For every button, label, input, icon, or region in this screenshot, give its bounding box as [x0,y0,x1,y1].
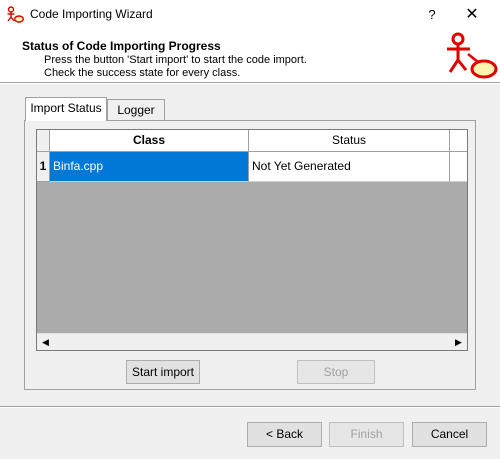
instruction-line-2: Check the success state for every class. [44,67,241,79]
wizard-header: Status of Code Importing Progress Press … [0,30,500,82]
class-status-grid[interactable]: Class Status 1 Binfa.cpp Not Yet Generat… [36,129,468,351]
close-button[interactable]: ✕ [458,4,486,26]
column-header-filler [450,130,467,152]
stop-button[interactable]: Stop [297,360,375,384]
finish-button[interactable]: Finish [329,422,404,447]
import-status-panel: Class Status 1 Binfa.cpp Not Yet Generat… [24,120,476,390]
column-header-class[interactable]: Class [50,130,249,152]
tab-logger[interactable]: Logger [107,99,165,121]
scroll-right-arrow-icon[interactable]: ▶ [450,334,467,351]
start-import-button[interactable]: Start import [126,360,200,384]
window-title: Code Importing Wizard [30,7,153,21]
help-button[interactable]: ? [420,4,444,26]
footer-divider [0,406,500,408]
column-header-status[interactable]: Status [249,130,450,152]
horizontal-scrollbar[interactable]: ◀ ▶ [37,333,467,350]
cell-class[interactable]: Binfa.cpp [50,152,249,182]
instruction-line-1: Press the button 'Start import' to start… [44,54,307,66]
page-title: Status of Code Importing Progress [22,39,221,53]
row-header[interactable]: 1 [37,152,50,182]
wizard-body: Import Status Logger Class Status 1 Binf… [0,84,500,459]
scrollbar-thumb[interactable] [54,336,450,348]
title-bar: Code Importing Wizard ? ✕ [0,0,500,30]
tab-import-status[interactable]: Import Status [25,97,107,121]
grid-corner [37,130,50,152]
back-button[interactable]: < Back [247,422,322,447]
cell-filler [450,152,467,182]
uml-actor-usecase-icon [447,32,498,79]
cell-status[interactable]: Not Yet Generated [249,152,450,182]
cancel-button[interactable]: Cancel [412,422,487,447]
uml-actor-icon [7,6,24,23]
scroll-left-arrow-icon[interactable]: ◀ [37,334,54,351]
